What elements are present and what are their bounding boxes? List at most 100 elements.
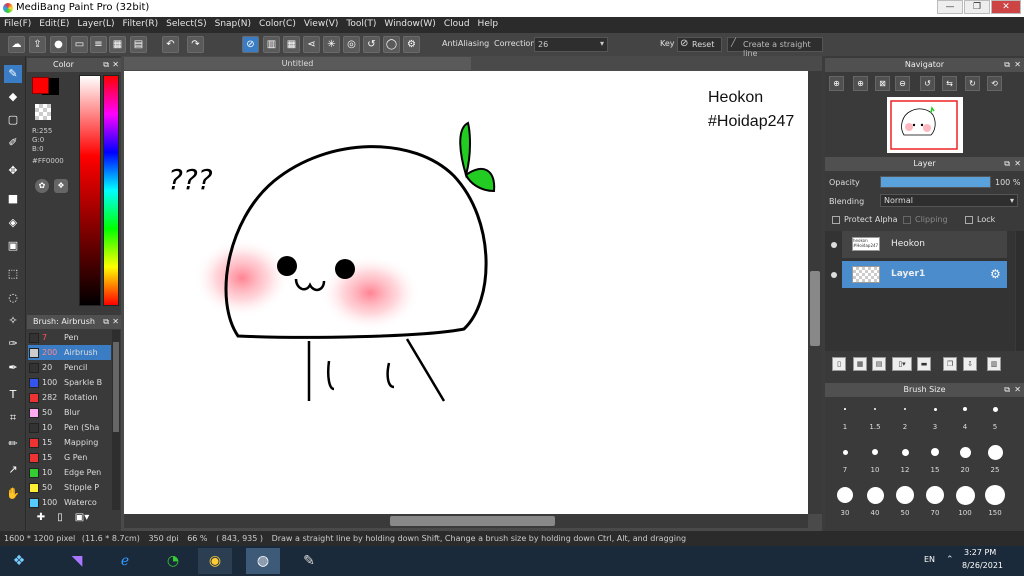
brush-item-selected[interactable]: 200 Airbrush <box>28 345 111 360</box>
clock-time[interactable]: 3:27 PM <box>964 548 996 557</box>
bucket-tool-icon[interactable]: ◈ <box>4 214 22 232</box>
brush-size-option[interactable]: 25 <box>980 442 1010 484</box>
eye-icon[interactable] <box>831 272 837 278</box>
select-tool-icon[interactable]: ⬚ <box>4 265 22 283</box>
new-brush-icon[interactable]: ▯ <box>52 512 68 528</box>
add-brush-icon[interactable]: ✚ <box>33 512 49 528</box>
lasso-tool-icon[interactable]: ◌ <box>4 289 22 307</box>
brush-size-option[interactable]: 50 <box>890 485 920 527</box>
brush-item[interactable]: 20 Pencil <box>28 360 111 375</box>
language-indicator[interactable]: EN <box>924 555 935 564</box>
internet-explorer-icon[interactable]: ℯ <box>108 548 142 574</box>
menu-cloud[interactable]: Cloud <box>440 17 474 31</box>
brush-size-option[interactable]: 7 <box>830 442 860 484</box>
new-file-icon[interactable]: ▭ <box>71 36 88 53</box>
start-icon[interactable]: ❖ <box>4 548 34 574</box>
close-icon[interactable]: ✕ <box>112 58 119 72</box>
color-wheel-icon[interactable]: ❖ <box>54 179 68 193</box>
cloud-icon[interactable]: ☁ <box>8 36 25 53</box>
brush-size-option[interactable]: 40 <box>860 485 890 527</box>
browser-icon[interactable]: ◔ <box>156 548 190 574</box>
move-tool-icon[interactable]: ✥ <box>4 162 22 180</box>
straight-line-button[interactable]: ╱ Create a straight line <box>727 37 823 58</box>
brush-item[interactable]: 10 Pen (Sha <box>28 420 111 435</box>
brush-size-option[interactable]: 1 <box>830 399 860 441</box>
brush-item[interactable]: 7 Pen <box>28 330 111 345</box>
brush-menu-icon[interactable]: ▣▾ <box>71 512 93 528</box>
menu-window[interactable]: Window(W) <box>380 17 439 31</box>
close-icon[interactable]: ✕ <box>1014 157 1021 171</box>
protect-alpha-checkbox[interactable] <box>832 216 840 224</box>
brush-item[interactable]: 100 Waterco <box>28 495 111 510</box>
new-layer-icon[interactable]: ▯ <box>832 357 846 371</box>
settings-icon[interactable]: ⚙ <box>403 36 420 53</box>
opacity-slider[interactable] <box>880 176 991 188</box>
undo-icon[interactable]: ↶ <box>162 36 179 53</box>
gear-icon[interactable]: ⚙ <box>990 261 1001 288</box>
brush-item[interactable]: 50 Stipple P <box>28 480 111 495</box>
brush-size-option[interactable]: 30 <box>830 485 860 527</box>
brush-size-option[interactable]: 3 <box>920 399 950 441</box>
menu-color[interactable]: Color(C) <box>255 17 300 31</box>
zoom-in-alt-icon[interactable]: ⊕ <box>853 76 868 91</box>
flip-icon[interactable]: ⇆ <box>942 76 957 91</box>
new-8bit-layer-icon[interactable]: ▤ <box>872 357 886 371</box>
panel-icon[interactable]: ▤ <box>130 36 147 53</box>
brush-size-option[interactable]: 4 <box>950 399 980 441</box>
text-tool-icon[interactable]: T <box>4 386 22 404</box>
maximize-button[interactable]: ❐ <box>964 0 990 14</box>
close-icon[interactable]: ✕ <box>112 315 119 329</box>
parallel-snap-icon[interactable]: ▥ <box>263 36 280 53</box>
menu-file[interactable]: File(F) <box>0 17 35 31</box>
layer-item-heokon[interactable]: heokon #Hoidap247 Heokon <box>842 231 1007 258</box>
document-tab[interactable]: Untitled <box>124 57 471 70</box>
clipping-checkbox[interactable] <box>903 216 911 224</box>
magic-wand-tool-icon[interactable]: ✧ <box>4 312 22 330</box>
brightness-slider[interactable] <box>79 75 101 306</box>
brush-item[interactable]: 282 Rotation <box>28 390 111 405</box>
scrollbar-thumb[interactable] <box>390 516 555 526</box>
vanishing-snap-icon[interactable]: ⋖ <box>303 36 320 53</box>
duplicate-layer-icon[interactable]: ❐ <box>943 357 957 371</box>
layer-item-layer1[interactable]: Layer1 ⚙ <box>842 261 1007 288</box>
brush-size-option[interactable]: 10 <box>860 442 890 484</box>
close-icon[interactable]: ✕ <box>1014 58 1021 72</box>
scrollbar-thumb[interactable] <box>113 342 119 432</box>
zoom-out-icon[interactable]: ⊖ <box>895 76 910 91</box>
chat-icon[interactable]: ● <box>50 36 67 53</box>
visual-studio-icon[interactable]: ◥ <box>60 548 94 574</box>
close-button[interactable]: ✕ <box>991 0 1021 14</box>
lock-checkbox[interactable] <box>965 216 973 224</box>
menu-layer[interactable]: Layer(L) <box>73 17 118 31</box>
eyedropper-tool-icon[interactable]: ✏ <box>4 435 22 453</box>
undock-icon[interactable]: ⧉ <box>1004 383 1010 397</box>
brush-size-option[interactable]: 70 <box>920 485 950 527</box>
redo-icon[interactable]: ↷ <box>187 36 204 53</box>
add-layer-menu-icon[interactable]: ▯▾ <box>892 357 912 371</box>
brush-size-option[interactable]: 150 <box>980 485 1010 527</box>
navigator-preview[interactable] <box>887 97 963 153</box>
vertical-scrollbar[interactable] <box>808 71 822 514</box>
menu-help[interactable]: Help <box>474 17 503 31</box>
grid-icon[interactable]: ▦ <box>109 36 126 53</box>
hue-slider[interactable] <box>103 75 119 306</box>
divide-tool-icon[interactable]: ⌗ <box>4 409 22 427</box>
fit-icon[interactable]: ⊠ <box>875 76 890 91</box>
select-pen-tool-icon[interactable]: ✑ <box>4 335 22 353</box>
brush-item[interactable]: 100 Sparkle B <box>28 375 111 390</box>
transparent-color-swatch[interactable] <box>35 104 51 120</box>
rotate-left-icon[interactable]: ↺ <box>920 76 935 91</box>
reset-view-icon[interactable]: ⟲ <box>987 76 1002 91</box>
brush-size-option[interactable]: 12 <box>890 442 920 484</box>
blending-select[interactable]: Normal ▾ <box>880 194 1018 207</box>
folder-icon[interactable]: ▬ <box>917 357 931 371</box>
ellipse-snap-icon[interactable]: ◯ <box>383 36 400 53</box>
undock-icon[interactable]: ⧉ <box>1004 58 1010 72</box>
brush-item[interactable]: 15 Mapping <box>28 435 111 450</box>
brush-size-option[interactable]: 1.5 <box>860 399 890 441</box>
brush-size-option[interactable]: 20 <box>950 442 980 484</box>
medibang-taskbar-icon[interactable]: ◍ <box>246 548 280 574</box>
rotate-right-icon[interactable]: ↻ <box>965 76 980 91</box>
brush-item[interactable]: 15 G Pen <box>28 450 111 465</box>
pen-tool-icon[interactable]: ✐ <box>4 134 22 152</box>
